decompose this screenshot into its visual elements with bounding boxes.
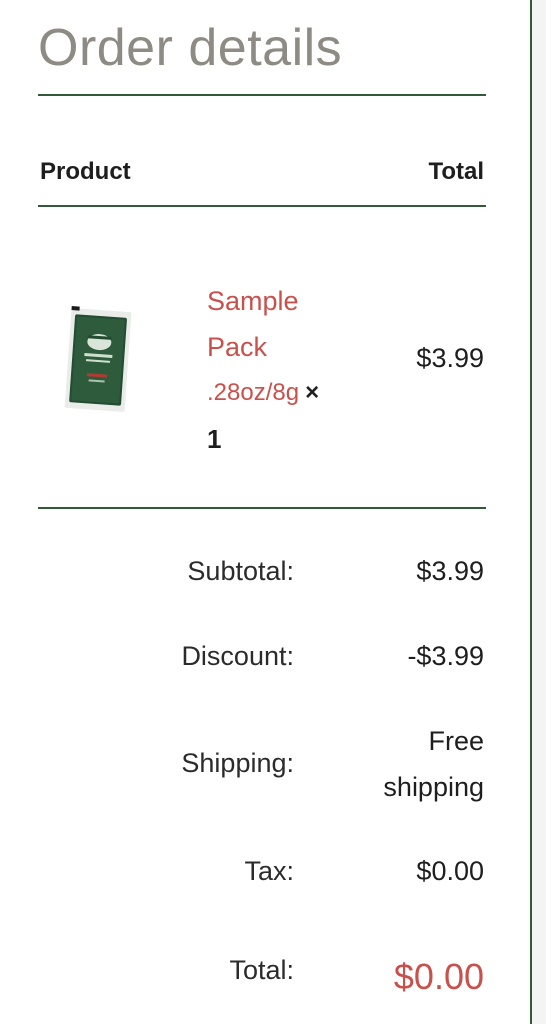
shipping-value: Free shipping (383, 726, 484, 802)
column-header-product: Product (40, 158, 131, 185)
product-quantity: 1 (207, 424, 222, 454)
items-divider (38, 507, 486, 509)
column-header-total: Total (428, 158, 484, 185)
tax-label: Tax: (244, 856, 294, 886)
tax-value: $0.00 (416, 856, 484, 886)
product-variant-link[interactable]: .28oz/8g (207, 379, 299, 406)
product-variant-line: .28oz/8g × (207, 376, 319, 410)
page-title: Order details (38, 19, 343, 77)
subtotal-label: Subtotal: (187, 556, 294, 586)
total-label: Total: (229, 955, 294, 985)
title-divider (38, 94, 486, 96)
discount-value: -$3.99 (407, 641, 484, 671)
product-line-total: $3.99 (416, 343, 484, 373)
sample-pack-thumbnail[interactable] (62, 306, 134, 416)
sample-pack-packet-icon (64, 306, 132, 412)
product-name-link[interactable]: Sample Pack (207, 278, 347, 370)
shipping-label: Shipping: (181, 748, 294, 778)
subtotal-value: $3.99 (416, 556, 484, 586)
content-edge-divider (530, 0, 546, 1024)
order-total-value: $0.00 (393, 956, 484, 997)
order-details-page: Order details Product Total Sample Pack … (0, 0, 554, 1024)
multiply-icon: × (305, 379, 320, 406)
discount-label: Discount: (181, 641, 294, 671)
header-divider (38, 205, 486, 207)
